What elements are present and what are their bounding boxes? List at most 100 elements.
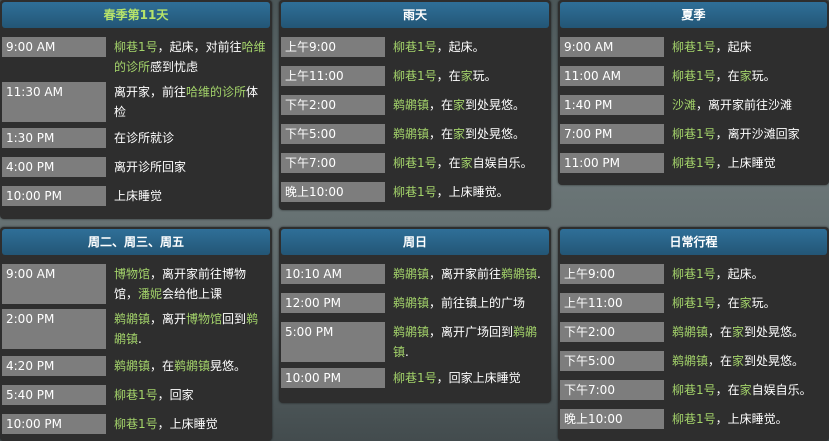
location-link[interactable]: 柳巷1号 bbox=[672, 412, 716, 426]
schedule-row: 7:00 PM 柳巷1号，离开沙滩回家 bbox=[560, 124, 827, 144]
time-cell: 上午11:00 bbox=[281, 66, 385, 86]
time-cell: 10:00 PM bbox=[281, 368, 385, 388]
activity-text: 自娱自乐。 bbox=[472, 156, 533, 170]
schedule-row: 晚上10:00 柳巷1号，上床睡觉。 bbox=[281, 182, 549, 202]
schedule-row: 上午9:00 柳巷1号，起床。 bbox=[281, 37, 549, 57]
location-link[interactable]: 家 bbox=[461, 69, 473, 83]
location-link[interactable]: 柳巷1号 bbox=[672, 40, 716, 54]
location-link[interactable]: 柳巷1号 bbox=[393, 69, 437, 83]
time-cell: 上午9:00 bbox=[281, 37, 385, 57]
activity-description: 柳巷1号，上床睡觉。 bbox=[393, 182, 545, 202]
activity-text: 上床睡觉 bbox=[114, 189, 163, 203]
activity-text: 玩。 bbox=[751, 296, 776, 310]
time-cell: 12:00 PM bbox=[281, 293, 385, 313]
location-link[interactable]: 鹈鹕镇 bbox=[393, 267, 429, 281]
activity-description: 柳巷1号，离开沙滩回家 bbox=[672, 124, 823, 144]
location-link[interactable]: 柳巷1号 bbox=[114, 417, 158, 431]
location-link[interactable]: 柳巷1号 bbox=[393, 40, 437, 54]
panel-header: 雨天 bbox=[281, 2, 549, 28]
location-link[interactable]: 博物馆 bbox=[114, 267, 150, 281]
activity-description: 柳巷1号，上床睡觉 bbox=[672, 153, 823, 173]
location-link[interactable]: 家 bbox=[740, 296, 752, 310]
time-cell: 11:00 AM bbox=[560, 66, 664, 86]
activity-description: 鹈鹕镇，离开家前往鹈鹕镇. bbox=[393, 264, 545, 284]
location-link[interactable]: 鹈鹕镇 bbox=[114, 359, 150, 373]
location-link[interactable]: 鹈鹕镇 bbox=[393, 127, 429, 141]
schedule-row: 1:30 PM 在诊所就诊 bbox=[2, 128, 270, 148]
location-link[interactable]: 家 bbox=[740, 69, 752, 83]
location-link[interactable]: 哈维的诊所 bbox=[186, 85, 246, 99]
activity-text: ，上床睡觉 bbox=[157, 417, 218, 431]
time-cell: 上午9:00 bbox=[560, 264, 664, 284]
activity-text: ，在 bbox=[150, 359, 175, 373]
activity-description: 鹈鹕镇，在家到处晃悠。 bbox=[672, 351, 823, 371]
activity-description: 柳巷1号，起床。 bbox=[672, 264, 823, 284]
activity-description: 离开家，前往哈维的诊所体检 bbox=[114, 82, 266, 122]
schedule-row: 10:00 PM 上床睡觉 bbox=[2, 186, 270, 206]
activity-description: 鹈鹕镇，离开广场回到鹈鹕镇. bbox=[393, 322, 545, 362]
time-cell: 5:00 PM bbox=[281, 322, 385, 362]
location-link[interactable]: 沙滩 bbox=[672, 98, 696, 112]
location-link[interactable]: 鹈鹕镇 bbox=[114, 312, 150, 326]
activity-text: ，在 bbox=[436, 69, 461, 83]
location-link[interactable]: 家 bbox=[732, 354, 744, 368]
location-link[interactable]: 柳巷1号 bbox=[114, 40, 158, 54]
location-link[interactable]: 柳巷1号 bbox=[114, 388, 158, 402]
location-link[interactable]: 柳巷1号 bbox=[672, 296, 716, 310]
schedule-row: 11:30 AM 离开家，前往哈维的诊所体检 bbox=[2, 82, 270, 122]
schedule-row: 下午2:00 鹈鹕镇，在家到处晃悠。 bbox=[560, 322, 827, 342]
location-link[interactable]: 鹈鹕镇 bbox=[501, 267, 537, 281]
location-link[interactable]: 家 bbox=[732, 325, 744, 339]
schedule-row: 9:00 AM 博物馆，离开家前往博物馆，潘妮会给他上课 bbox=[2, 264, 270, 304]
location-link[interactable]: 鹈鹕镇 bbox=[393, 325, 429, 339]
location-link[interactable]: 柳巷1号 bbox=[393, 371, 437, 385]
panel-header: 春季第11天 bbox=[2, 2, 270, 28]
activity-text: 玩。 bbox=[751, 69, 776, 83]
location-link[interactable]: 博物馆 bbox=[186, 312, 222, 326]
time-cell: 下午5:00 bbox=[560, 351, 664, 371]
location-link[interactable]: 鹈鹕镇 bbox=[174, 359, 210, 373]
location-link[interactable]: 柳巷1号 bbox=[393, 185, 437, 199]
activity-text: ，上床睡觉 bbox=[715, 156, 776, 170]
location-link[interactable]: 柳巷1号 bbox=[393, 156, 437, 170]
activity-text: ，在 bbox=[715, 69, 740, 83]
activity-description: 柳巷1号，回家 bbox=[114, 385, 266, 405]
location-link[interactable]: 柳巷1号 bbox=[672, 383, 716, 397]
location-link[interactable]: 柳巷1号 bbox=[672, 69, 716, 83]
activity-description: 鹈鹕镇，在家到处晃悠。 bbox=[393, 95, 545, 115]
schedule-row: 12:00 PM 鹈鹕镇，前往镇上的广场 bbox=[281, 293, 549, 313]
activity-description: 柳巷1号，在家玩。 bbox=[672, 293, 823, 313]
schedule-row: 下午2:00 鹈鹕镇，在家到处晃悠。 bbox=[281, 95, 549, 115]
location-link[interactable]: 柳巷1号 bbox=[672, 127, 716, 141]
activity-description: 鹈鹕镇，离开博物馆回到鹈鹕镇. bbox=[114, 309, 266, 349]
time-cell: 4:00 PM bbox=[2, 157, 106, 177]
location-link[interactable]: 鹈鹕镇 bbox=[672, 325, 708, 339]
schedule-row: 9:00 AM 柳巷1号，起床 bbox=[560, 37, 827, 57]
activity-description: 鹈鹕镇，在家到处晃悠。 bbox=[672, 322, 823, 342]
location-link[interactable]: 潘妮 bbox=[138, 287, 162, 301]
time-cell: 9:00 AM bbox=[560, 37, 664, 57]
schedule-row: 11:00 AM 柳巷1号，在家玩。 bbox=[560, 66, 827, 86]
activity-text: ，在 bbox=[715, 383, 740, 397]
location-link[interactable]: 鹈鹕镇 bbox=[393, 296, 429, 310]
schedule-row: 10:10 AM 鹈鹕镇，离开家前往鹈鹕镇. bbox=[281, 264, 549, 284]
location-link[interactable]: 鹈鹕镇 bbox=[672, 354, 708, 368]
location-link[interactable]: 柳巷1号 bbox=[672, 267, 716, 281]
location-link[interactable]: 家 bbox=[453, 127, 465, 141]
time-cell: 2:00 PM bbox=[2, 309, 106, 349]
activity-description: 柳巷1号，在家玩。 bbox=[672, 66, 823, 86]
activity-description: 柳巷1号，回家上床睡觉 bbox=[393, 368, 545, 388]
time-cell: 11:30 AM bbox=[2, 82, 106, 122]
time-cell: 5:40 PM bbox=[2, 385, 106, 405]
location-link[interactable]: 鹈鹕镇 bbox=[393, 98, 429, 112]
location-link[interactable]: 柳巷1号 bbox=[672, 156, 716, 170]
location-link[interactable]: 家 bbox=[461, 156, 473, 170]
location-link[interactable]: 家 bbox=[740, 383, 752, 397]
time-cell: 晚上10:00 bbox=[560, 409, 664, 429]
time-cell: 9:00 AM bbox=[2, 264, 106, 304]
location-link[interactable]: 家 bbox=[453, 98, 465, 112]
activity-text: ，离开 bbox=[150, 312, 187, 326]
activity-text: 离开家，前往 bbox=[114, 85, 187, 99]
schedule-row: 5:40 PM 柳巷1号，回家 bbox=[2, 385, 270, 405]
time-cell: 11:00 PM bbox=[560, 153, 664, 173]
